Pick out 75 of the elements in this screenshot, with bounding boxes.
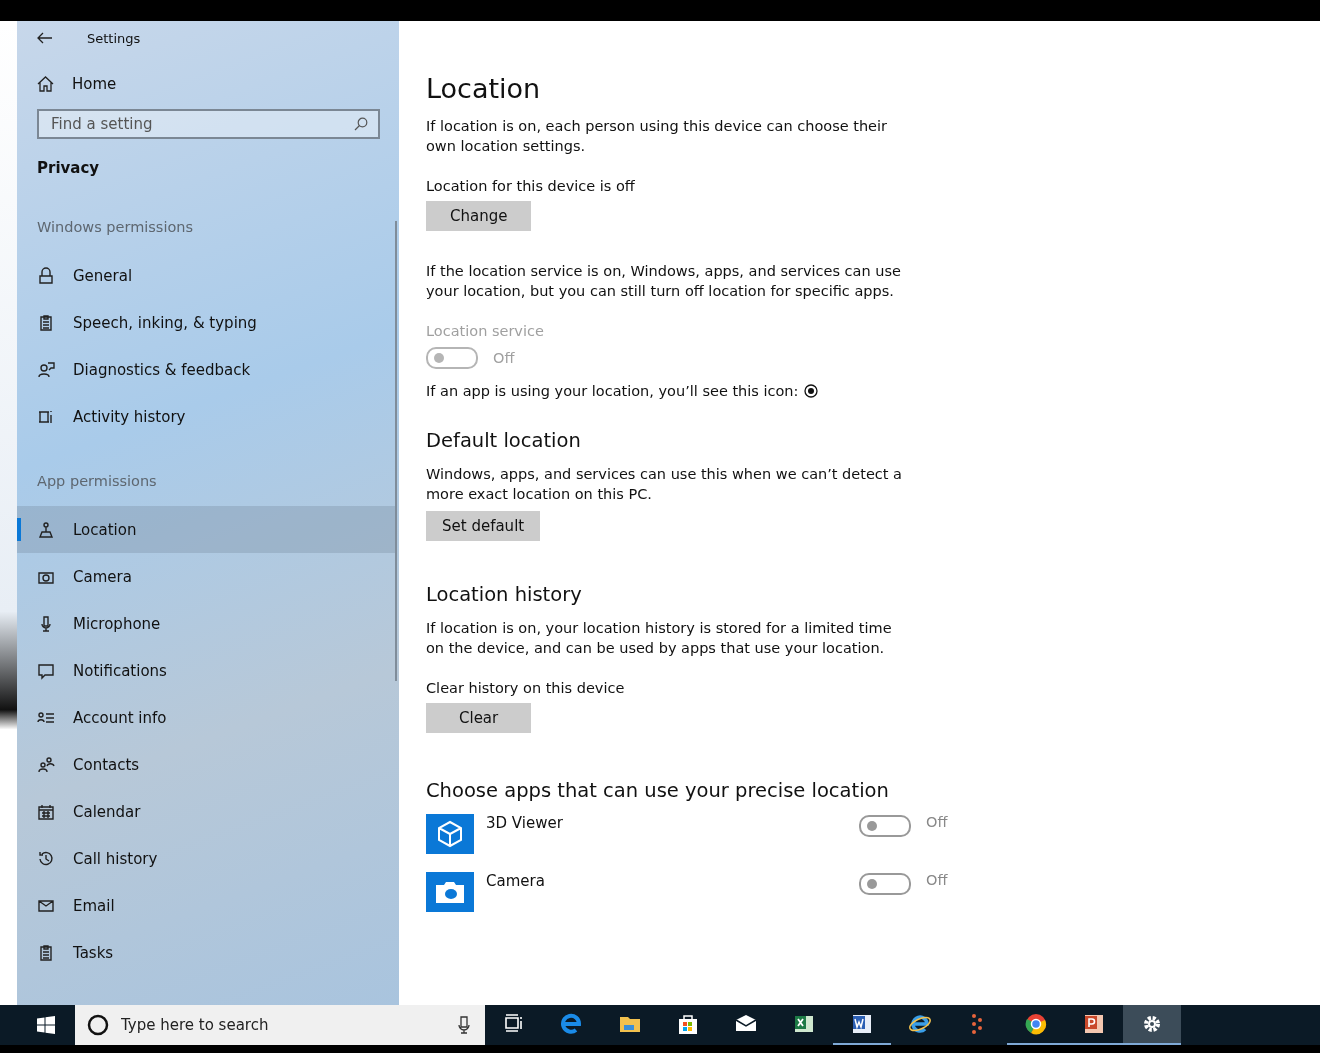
folder-icon <box>620 1017 640 1032</box>
section-heading: Default location <box>426 429 582 452</box>
taskbar-app-button[interactable] <box>1123 1005 1181 1045</box>
sidebar-item[interactable]: Camera <box>17 553 395 600</box>
people-icon <box>37 755 55 774</box>
speech-bubble-icon <box>37 661 55 680</box>
group-heading: Windows permissions <box>36 218 195 237</box>
circle-browser-icon <box>1025 1014 1046 1035</box>
description-text: If location is on, your location history is stored for a limited time on the device, and can be used by apps that use your location. <box>426 619 893 658</box>
icon-note: If an app is using your location, you’ll see this icon: <box>426 383 799 399</box>
camera-app-icon <box>426 872 474 912</box>
toggle-label: Location service <box>426 323 545 339</box>
toggle-switch[interactable] <box>859 873 911 895</box>
document-w-icon <box>853 1015 871 1033</box>
shopping-bag-icon <box>679 1015 697 1034</box>
calendar-icon <box>37 802 55 821</box>
presentation-p-icon <box>1085 1015 1103 1033</box>
selection-indicator <box>17 518 21 541</box>
back-arrow-icon[interactable] <box>37 32 53 44</box>
location-dot-icon <box>804 384 819 398</box>
sidebar-item[interactable]: Notifications <box>17 647 395 694</box>
lock-icon <box>37 266 55 285</box>
sidebar-item[interactable]: Account info <box>17 694 395 741</box>
sidebar-item[interactable]: Speech, inking, & typing <box>17 299 395 346</box>
browser-e-ring-icon <box>909 1015 931 1033</box>
cube-app-icon <box>426 814 474 854</box>
history-icon <box>37 849 55 868</box>
sidebar-item[interactable]: Activity history <box>17 393 395 440</box>
sidebar-item[interactable]: Microphone <box>17 600 395 647</box>
toggle-switch[interactable] <box>859 815 911 837</box>
sidebar-item[interactable]: Email <box>17 882 395 929</box>
search-field[interactable]: Find a setting <box>37 109 380 139</box>
section-heading: Choose apps that can use your precise location <box>426 779 890 802</box>
browser-e-icon <box>561 1013 581 1034</box>
page-title: Location <box>426 73 542 104</box>
sidebar-item[interactable]: General <box>17 252 395 299</box>
section-title: Privacy <box>36 158 101 179</box>
home-icon[interactable] <box>37 75 54 92</box>
search-icon <box>354 117 368 131</box>
toggle-state: Off <box>926 814 949 830</box>
device-status: Location for this device is off <box>426 178 636 194</box>
section-heading: Location history <box>426 583 583 606</box>
clipboard-icon <box>37 313 55 332</box>
windows-logo-icon <box>37 1016 55 1034</box>
home-link[interactable]: Home <box>72 74 117 93</box>
settings-icon <box>1144 1016 1160 1032</box>
service-note: If the location service is on, Windows, apps, and services can use your location, but you can still turn off location for specific apps. <box>426 262 902 301</box>
taskbar-search-field[interactable]: Type here to search <box>75 1005 485 1045</box>
clear-button[interactable]: Clear <box>426 703 532 733</box>
description-text: Windows, apps, and services can use this when we can’t detect a more exact location on this PC. <box>426 465 903 504</box>
sidebar-item[interactable]: Calendar <box>17 788 395 835</box>
envelope-icon <box>735 1015 757 1031</box>
microphone-icon[interactable] <box>457 1016 471 1034</box>
window-title: Settings <box>87 30 141 46</box>
sidebar-item[interactable]: Diagnostics & feedback <box>17 346 395 393</box>
task-view-icon <box>505 1014 522 1032</box>
spreadsheet-icon <box>795 1016 813 1032</box>
person-chat-icon <box>37 360 55 379</box>
clear-history-label: Clear history on this device <box>426 680 626 696</box>
app-name: 3D Viewer <box>486 814 564 832</box>
intro-text: If location is on, each person using this device can choose their own location settings. <box>426 117 888 156</box>
circle-icon <box>87 1014 109 1036</box>
toggle-state: Off <box>926 872 949 888</box>
clipboard-icon <box>37 943 55 962</box>
location-person-icon <box>37 520 55 539</box>
dots-icon <box>972 1014 982 1034</box>
sidebar-item[interactable]: Tasks <box>17 929 395 976</box>
app-name: Camera <box>486 872 546 890</box>
toggle-state: Off <box>493 350 515 366</box>
sidebar-item[interactable]: Call history <box>17 835 395 882</box>
sidebar-item[interactable]: Location <box>17 506 395 553</box>
change-button[interactable]: Change <box>426 201 532 231</box>
sidebar-item[interactable]: Contacts <box>17 741 395 788</box>
group-heading: App permissions <box>36 472 158 491</box>
set-default-button[interactable]: Set default <box>426 511 541 541</box>
